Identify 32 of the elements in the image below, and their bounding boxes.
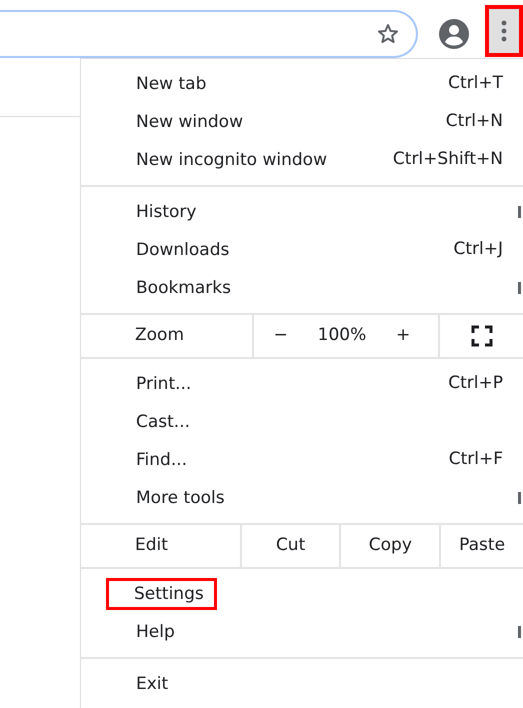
menu-item[interactable]: Find... [131, 444, 200, 476]
menu-item[interactable]: History [131, 196, 210, 228]
shortcut-text: Ctrl+N [446, 110, 503, 134]
zoom-level-text: 100% [318, 324, 366, 348]
menu-item[interactable]: New window [131, 106, 256, 138]
menu-item[interactable]: Exit [131, 668, 182, 700]
menu-item[interactable]: New incognito window [131, 144, 340, 176]
edit-action-button[interactable]: Copy [341, 525, 442, 567]
shortcut-text: Ctrl+Shift+N [392, 148, 503, 172]
menu-item[interactable]: Settings [106, 578, 217, 610]
menu-button[interactable] [485, 5, 523, 57]
shortcut-text: Ctrl+P [448, 372, 503, 396]
zoom-in-button[interactable]: + [386, 323, 420, 349]
edit-label: Edit [135, 534, 168, 558]
fullscreen-button[interactable] [470, 323, 493, 349]
menu-item[interactable]: Bookmarks [131, 272, 244, 304]
edit-action-button[interactable]: Paste [441, 525, 523, 567]
menu-item[interactable]: Cast... [131, 406, 204, 438]
menu-icon [501, 20, 507, 42]
menu-item[interactable]: Downloads [131, 234, 242, 266]
profile-avatar-icon[interactable] [438, 18, 470, 50]
shortcut-text: Ctrl+T [448, 72, 503, 96]
zoom-label: Zoom [135, 324, 184, 348]
menu-item[interactable]: New tab [131, 68, 220, 100]
menu-item[interactable]: Print... [131, 368, 204, 400]
edit-action-button[interactable]: Cut [242, 525, 342, 567]
menu-item[interactable]: Help [131, 616, 188, 648]
menu-item[interactable]: More tools [131, 482, 238, 514]
shortcut-text: Ctrl+J [453, 238, 503, 262]
bookmark-star-icon[interactable] [376, 22, 400, 46]
zoom-out-button[interactable]: − [264, 323, 298, 349]
shortcut-text: Ctrl+F [448, 448, 503, 472]
